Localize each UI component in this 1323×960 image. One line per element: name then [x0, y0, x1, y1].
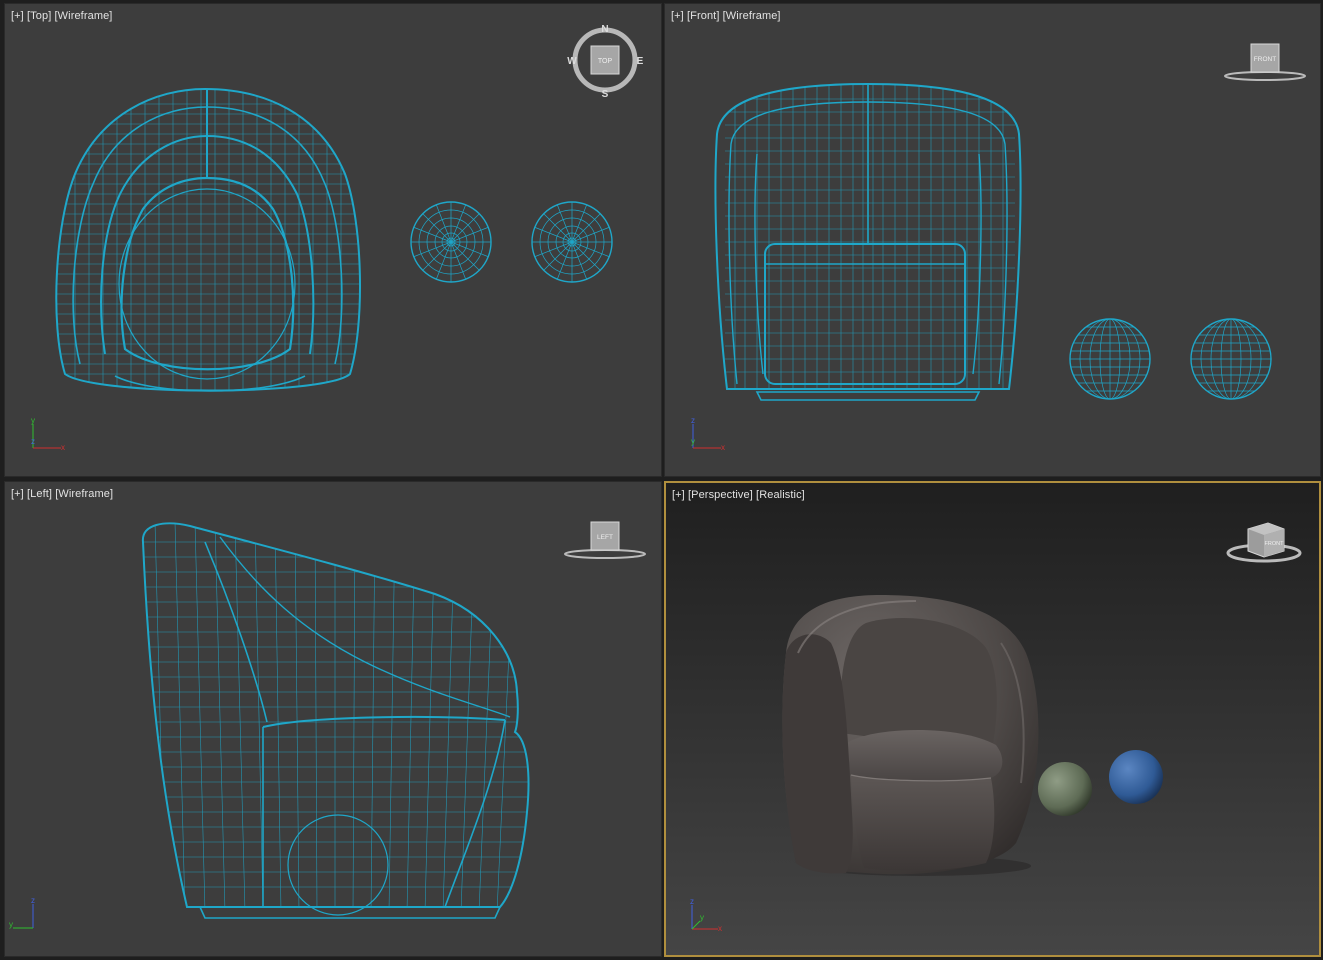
axis-label-x: x — [721, 443, 725, 452]
axis-tripod-top: y z x — [31, 416, 65, 452]
viewport-left[interactable]: [+] [Left] [Wireframe] LEFT z y — [4, 481, 662, 957]
compass-east-label: E — [637, 56, 644, 67]
axis-tripod-left: z y — [9, 896, 35, 929]
axis-tripod-perspective: z y x — [690, 897, 722, 933]
axis-label-z: z — [690, 897, 694, 906]
axis-label-y: y — [691, 437, 695, 446]
viewcube-face-label: TOP — [598, 58, 613, 65]
compass-south-label: S — [602, 89, 609, 100]
axis-label-z: z — [31, 437, 35, 446]
chair-wireframe-front — [725, 84, 1015, 389]
axis-label-y: y — [700, 913, 704, 922]
axis-tripod-front: z y x — [691, 416, 725, 452]
chair-wireframe-left — [142, 523, 529, 908]
viewcube-face-label: FRONT — [1265, 541, 1285, 547]
axis-label-x: x — [61, 443, 65, 452]
viewcube-top[interactable]: TOP N S E W — [567, 22, 647, 102]
chair-render-perspective — [782, 595, 1039, 876]
sphere-wireframe-top-2 — [531, 201, 613, 283]
viewport-perspective[interactable]: [+] [Perspective] [Realistic] FRONT z y … — [664, 481, 1321, 957]
compass-west-label: W — [567, 56, 577, 67]
axis-label-z: z — [31, 896, 35, 905]
viewport-top[interactable]: [+] [Top] [Wireframe] TOP N S E W y z x — [4, 3, 662, 477]
viewcube-face-label: FRONT — [1254, 56, 1276, 63]
perspective-realistic-scene — [782, 595, 1163, 876]
axis-label-y: y — [9, 920, 13, 929]
viewcube-perspective[interactable]: FRONT — [1224, 517, 1304, 569]
axis-label-y: y — [31, 416, 35, 425]
viewcube-face-label: LEFT — [597, 534, 613, 541]
viewcube-left[interactable]: LEFT — [561, 518, 649, 562]
sphere-wireframe-front-1 — [1069, 318, 1151, 400]
viewport-front[interactable]: [+] [Front] [Wireframe] FRONT z y x — [664, 3, 1321, 477]
viewcube-front[interactable]: FRONT — [1221, 40, 1309, 84]
sphere-wireframe-top-1 — [410, 201, 492, 283]
compass-north-label: N — [601, 24, 608, 35]
sphere-render-green — [1038, 762, 1092, 816]
axis-label-z: z — [691, 416, 695, 425]
axis-label-x: x — [718, 924, 722, 933]
sphere-render-blue — [1109, 750, 1163, 804]
sphere-wireframe-front-2 — [1190, 318, 1272, 400]
top-view-wireframe-scene — [55, 87, 613, 392]
